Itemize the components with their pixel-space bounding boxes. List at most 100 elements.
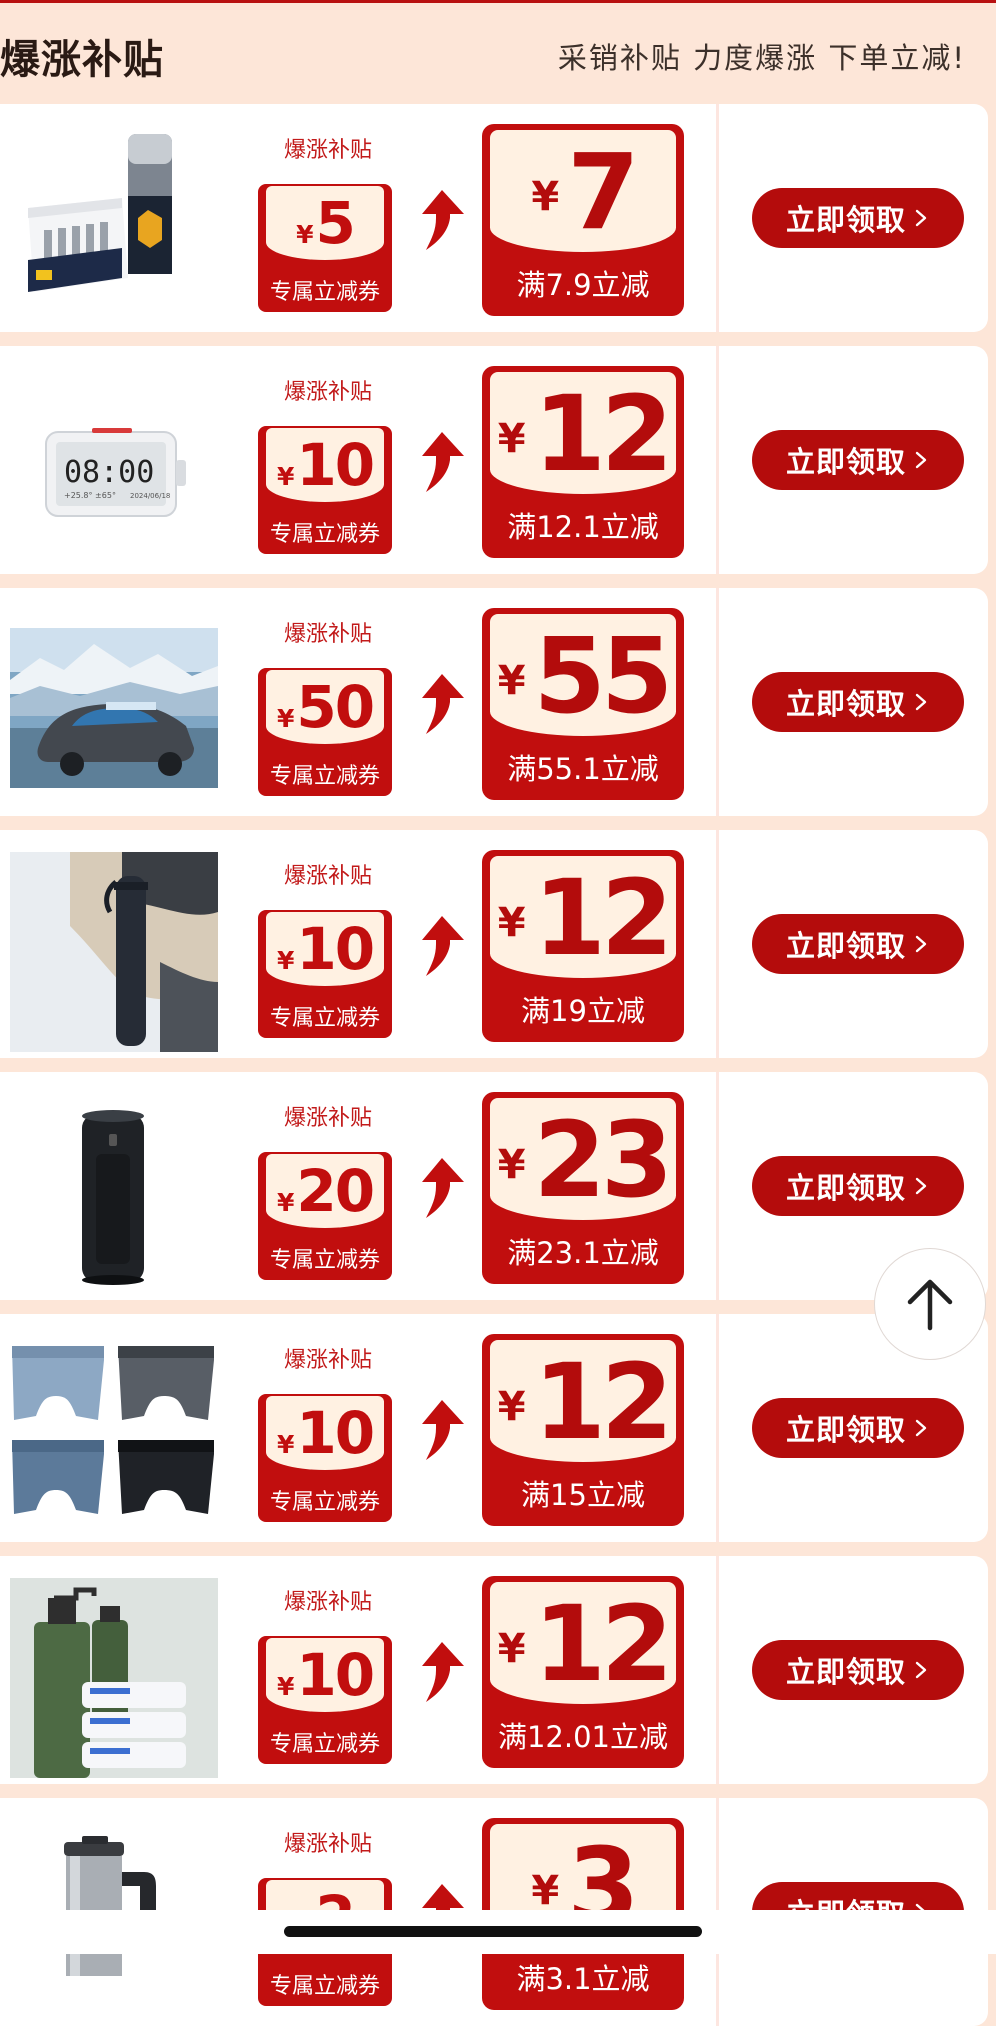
- product-image-shampoo-wipes[interactable]: [10, 1578, 218, 1778]
- exclusive-coupon: ¥10 专属立减券: [258, 1636, 392, 1764]
- subsidy-tag: 爆涨补贴: [283, 138, 372, 163]
- card-divider: [716, 346, 719, 574]
- coupon-value: ¥10: [258, 1641, 392, 1709]
- boosted-coupon: ¥12 满19立减: [482, 850, 684, 1042]
- currency-symbol: ¥: [497, 900, 526, 946]
- coupon-caption: 专属立减券: [269, 1248, 380, 1273]
- chevron-right-icon: [915, 935, 927, 953]
- chevron-right-icon: [915, 693, 927, 711]
- claim-button-label: 立即领取: [785, 1413, 906, 1447]
- product-image-speaker[interactable]: [10, 1094, 218, 1294]
- coupon-caption: 专属立减券: [269, 522, 380, 547]
- coupon-card[interactable]: 爆涨补贴 ¥10 专属立减券 ¥12 满12.01立减 立即领取: [0, 1556, 988, 1784]
- boost-value: ¥55: [482, 618, 684, 739]
- boost-amount: 23: [533, 1099, 674, 1221]
- boost-amount: 12: [533, 1341, 674, 1463]
- svg-text:2024/06/18: 2024/06/18: [130, 492, 170, 500]
- boosted-coupon: ¥23 满23.1立减: [482, 1092, 684, 1284]
- exclusive-coupon: ¥50 专属立减券: [258, 668, 392, 796]
- coupon-value: ¥20: [258, 1157, 392, 1225]
- boost-amount: 12: [533, 373, 674, 495]
- boosted-coupon: ¥55 满55.1立减: [482, 608, 684, 800]
- upgrade-arrow-icon: [418, 188, 466, 252]
- header-slogan: 采销补贴 力度爆涨 下单立减!: [557, 41, 966, 75]
- coupon-card[interactable]: 爆涨补贴 ¥10 专属立减券 ¥12 满15立减 立即领取: [0, 1314, 988, 1542]
- chevron-right-icon: [915, 1419, 927, 1437]
- coupon-card[interactable]: 08:00 +25.8° ±65° 2024/06/18 爆涨补贴 ¥10 专属…: [0, 346, 988, 574]
- boost-value: ¥23: [482, 1102, 684, 1223]
- claim-button-label: 立即领取: [785, 1171, 906, 1205]
- coupon-caption: 专属立减券: [269, 1974, 380, 1999]
- coupon-card[interactable]: 爆涨补贴 ¥5 专属立减券 ¥7 满7.9立减 立即领取: [0, 104, 988, 332]
- coupon-card[interactable]: 爆涨补贴 ¥20 专属立减券 ¥23 满23.1立减 立即领取: [0, 1072, 988, 1300]
- home-indicator: [284, 1926, 702, 1937]
- product-image-car-cover[interactable]: [10, 610, 218, 810]
- chevron-right-icon: [915, 209, 927, 227]
- currency-symbol: ¥: [296, 220, 314, 249]
- upgrade-arrow-icon: [418, 430, 466, 494]
- boost-value: ¥12: [482, 860, 684, 981]
- claim-now-button[interactable]: 立即领取: [752, 914, 964, 974]
- currency-symbol: ¥: [531, 174, 560, 220]
- chevron-right-icon: [915, 451, 927, 469]
- subsidy-tag: 爆涨补贴: [283, 1348, 372, 1373]
- boost-value: ¥12: [482, 376, 684, 497]
- coupon-value: ¥10: [258, 431, 392, 499]
- currency-symbol: ¥: [276, 1430, 295, 1459]
- currency-symbol: ¥: [497, 1384, 526, 1430]
- coupon-amount: 50: [296, 673, 375, 741]
- exclusive-coupon: ¥10 专属立减券: [258, 910, 392, 1038]
- claim-now-button[interactable]: 立即领取: [752, 1640, 964, 1700]
- exclusive-coupon: ¥10 专属立减券: [258, 1394, 392, 1522]
- currency-symbol: ¥: [276, 1672, 295, 1701]
- svg-text:08:00: 08:00: [64, 455, 154, 490]
- claim-now-button[interactable]: 立即领取: [752, 188, 964, 248]
- subsidy-tag: 爆涨补贴: [283, 380, 372, 405]
- coupon-amount: 10: [296, 431, 375, 499]
- product-image-battery-pack[interactable]: [10, 126, 218, 326]
- coupon-card[interactable]: 爆涨补贴 ¥50 专属立减券 ¥55 满55.1立减 立即领取: [0, 588, 988, 816]
- claim-now-button[interactable]: 立即领取: [752, 430, 964, 490]
- upgrade-arrow-icon: [418, 914, 466, 978]
- boost-value: ¥12: [482, 1586, 684, 1707]
- card-divider: [716, 1072, 719, 1300]
- card-divider: [716, 588, 719, 816]
- coupon-value: ¥50: [258, 673, 392, 741]
- upgrade-arrow-icon: [418, 1156, 466, 1220]
- boosted-coupon: ¥12 满15立减: [482, 1334, 684, 1526]
- coupon-caption: 专属立减券: [269, 1006, 380, 1031]
- exclusive-coupon: ¥10 专属立减券: [258, 426, 392, 554]
- claim-now-button[interactable]: 立即领取: [752, 1156, 964, 1216]
- card-divider: [716, 1314, 719, 1542]
- upgrade-arrow-icon: [418, 1640, 466, 1704]
- currency-symbol: ¥: [276, 946, 295, 975]
- card-divider: [716, 830, 719, 1058]
- coupon-caption: 专属立减券: [269, 280, 380, 305]
- upgrade-arrow-icon: [418, 1398, 466, 1462]
- claim-button-label: 立即领取: [785, 687, 906, 721]
- product-image-underwear[interactable]: [10, 1336, 218, 1536]
- coupon-card[interactable]: 爆涨补贴 ¥10 专属立减券 ¥12 满19立减 立即领取: [0, 830, 988, 1058]
- boosted-coupon: ¥12 满12.01立减: [482, 1576, 684, 1768]
- boost-threshold: 满55.1立减: [507, 752, 659, 786]
- product-image-digital-clock[interactable]: 08:00 +25.8° ±65° 2024/06/18: [10, 368, 218, 568]
- coupon-value: ¥5: [258, 189, 392, 257]
- arrow-up-icon: [907, 1279, 953, 1331]
- claim-now-button[interactable]: 立即领取: [752, 1398, 964, 1458]
- currency-symbol: ¥: [531, 1868, 560, 1914]
- subsidy-tag: 爆涨补贴: [283, 1832, 372, 1857]
- boost-value: ¥7: [482, 134, 684, 255]
- exclusive-coupon: ¥20 专属立减券: [258, 1152, 392, 1280]
- subsidy-tag: 爆涨补贴: [283, 622, 372, 647]
- product-image-umbrella[interactable]: [10, 852, 218, 1052]
- boost-threshold: 满12.01立减: [497, 1720, 669, 1754]
- boost-threshold: 满19立减: [521, 994, 645, 1028]
- boost-amount: 12: [533, 1583, 674, 1705]
- currency-symbol: ¥: [497, 416, 526, 462]
- svg-text:+25.8° ±65°: +25.8° ±65°: [64, 491, 116, 500]
- boost-threshold: 满3.1立减: [516, 1962, 650, 1996]
- back-to-top-button[interactable]: [874, 1248, 986, 1360]
- claim-now-button[interactable]: 立即领取: [752, 672, 964, 732]
- boost-amount: 55: [533, 615, 674, 737]
- coupon-value: ¥10: [258, 915, 392, 983]
